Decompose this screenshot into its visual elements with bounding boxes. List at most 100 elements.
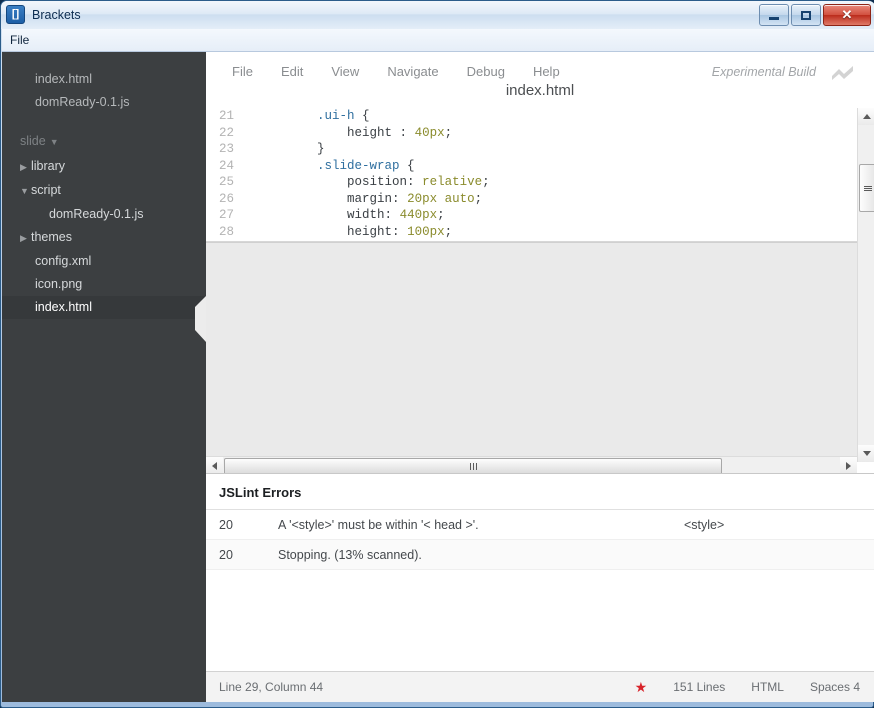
cursor-position[interactable]: Line 29, Column 44 xyxy=(206,680,323,694)
title-bar: [] Brackets ✕ xyxy=(1,1,874,29)
code-line: 23 } xyxy=(206,141,857,158)
code-text[interactable]: height: 100px; xyxy=(242,224,452,241)
line-number: 22 xyxy=(206,125,242,142)
triangle-left-icon xyxy=(212,462,217,470)
code-token: ; xyxy=(475,192,483,206)
code-token: relative xyxy=(422,175,482,189)
code-text[interactable]: .slide-wrap { xyxy=(242,158,415,175)
code-token: : xyxy=(392,192,407,206)
line-number: 27 xyxy=(206,207,242,224)
vertical-scrollbar-thumb[interactable] xyxy=(859,164,874,212)
code-line: 25 position: relative; xyxy=(206,174,857,191)
application-window: [] Brackets ✕ File index.html domReady-0… xyxy=(0,0,874,708)
code-text[interactable]: } xyxy=(242,141,325,158)
menu-help[interactable]: Help xyxy=(519,64,574,79)
error-message: A '<style>' must be within '< head >'. xyxy=(278,518,684,532)
code-token: 440px xyxy=(400,208,438,222)
code-token: position xyxy=(347,175,407,189)
menu-view[interactable]: View xyxy=(317,64,373,79)
window-title: Brackets xyxy=(32,8,81,22)
code-token: : xyxy=(385,208,400,222)
close-button[interactable]: ✕ xyxy=(823,4,871,26)
project-selector[interactable]: slide ▼ xyxy=(2,130,206,155)
tree-item-label: config.xml xyxy=(35,254,91,268)
horizontal-scrollbar-thumb[interactable] xyxy=(224,458,722,473)
minimize-button[interactable] xyxy=(759,4,789,26)
code-token: } xyxy=(317,142,325,156)
working-file-domready[interactable]: domReady-0.1.js xyxy=(2,91,206,114)
error-line-number: 20 xyxy=(206,518,278,532)
scroll-down-button[interactable] xyxy=(858,445,874,462)
error-token: <style> xyxy=(684,518,874,532)
code-token: margin xyxy=(347,192,392,206)
disclosure-triangle-icon: ▶ xyxy=(20,230,31,247)
native-menu-file[interactable]: File xyxy=(2,29,37,51)
menu-debug[interactable]: Debug xyxy=(453,64,519,79)
page-title: index.html xyxy=(206,82,874,99)
language-selector[interactable]: HTML xyxy=(751,680,784,694)
tree-item-icon-png[interactable]: icon.png xyxy=(2,273,206,296)
disclosure-triangle-icon: ▶ xyxy=(20,159,31,176)
scroll-right-button[interactable] xyxy=(840,457,857,473)
tree-item-label: domReady-0.1.js xyxy=(49,207,144,221)
code-token: ; xyxy=(482,175,490,189)
code-text[interactable]: width: 440px; xyxy=(242,207,445,224)
line-number: 28 xyxy=(206,224,242,241)
chevron-down-icon: ▼ xyxy=(50,137,59,147)
tree-item-script[interactable]: ▼script xyxy=(2,179,206,203)
code-editor[interactable]: 21 .ui-h {22 height : 40px;23 }24 .slide… xyxy=(206,108,857,242)
editor-horizontal-scrollbar[interactable] xyxy=(206,456,857,473)
maximize-button[interactable] xyxy=(791,4,821,26)
lightning-bolt-icon[interactable] xyxy=(830,64,856,82)
sidebar-top-spacer xyxy=(2,52,206,68)
tree-item-label: themes xyxy=(31,230,72,244)
line-number: 26 xyxy=(206,191,242,208)
selection-pointer-icon xyxy=(195,296,206,342)
code-text[interactable]: position: relative; xyxy=(242,174,490,191)
indent-selector[interactable]: Spaces 4 xyxy=(810,680,860,694)
app-menu-bar: File Edit View Navigate Debug Help xyxy=(218,64,574,79)
code-text[interactable]: margin: 20px auto; xyxy=(242,191,482,208)
tree-item-index-html[interactable]: index.html xyxy=(2,296,206,319)
menu-navigate[interactable]: Navigate xyxy=(373,64,452,79)
table-row[interactable]: 20 A '<style>' must be within '< head >'… xyxy=(206,510,874,540)
code-line: 27 width: 440px; xyxy=(206,207,857,224)
table-row[interactable]: 20 Stopping. (13% scanned). xyxy=(206,540,874,570)
tree-item-label: icon.png xyxy=(35,277,82,291)
tree-item-library[interactable]: ▶library xyxy=(2,155,206,179)
code-text[interactable]: height : 40px; xyxy=(242,125,452,142)
project-name: slide xyxy=(20,134,46,148)
code-line: 21 .ui-h { xyxy=(206,108,857,125)
menu-edit[interactable]: Edit xyxy=(267,64,317,79)
scroll-up-button[interactable] xyxy=(858,108,874,125)
window-controls: ✕ xyxy=(759,4,871,26)
code-token: { xyxy=(362,109,370,123)
code-token: height xyxy=(347,225,392,239)
tree-item-themes[interactable]: ▶themes xyxy=(2,226,206,250)
scroll-left-button[interactable] xyxy=(206,457,223,473)
lint-status-icon[interactable]: ★ xyxy=(635,679,648,696)
code-line: 22 height : 40px; xyxy=(206,125,857,142)
sidebar: index.html domReady-0.1.js slide ▼ ▶libra… xyxy=(2,52,206,702)
tree-item-label: index.html xyxy=(35,300,92,314)
editor-vertical-scrollbar[interactable] xyxy=(857,108,874,462)
editor-area: 21 .ui-h {22 height : 40px;23 }24 .slide… xyxy=(206,108,874,473)
menu-file[interactable]: File xyxy=(218,64,267,79)
code-token: { xyxy=(407,159,415,173)
error-message: Stopping. (13% scanned). xyxy=(278,548,684,562)
code-line: 26 margin: 20px auto; xyxy=(206,191,857,208)
code-text[interactable]: .ui-h { xyxy=(242,108,370,125)
working-file-index-html[interactable]: index.html xyxy=(2,68,206,91)
triangle-right-icon xyxy=(846,462,851,470)
tree-item-config-xml[interactable]: config.xml xyxy=(2,250,206,273)
code-token: 100px xyxy=(407,225,445,239)
line-number: 25 xyxy=(206,174,242,191)
tree-item-label: script xyxy=(31,183,61,197)
code-token: ; xyxy=(437,208,445,222)
native-menu-bar: File xyxy=(2,29,874,52)
line-number: 24 xyxy=(206,158,242,175)
line-number: 21 xyxy=(206,108,242,125)
disclosure-triangle-icon: ▼ xyxy=(20,183,31,200)
minimize-icon xyxy=(769,17,779,20)
tree-item-domready[interactable]: domReady-0.1.js xyxy=(2,203,206,226)
